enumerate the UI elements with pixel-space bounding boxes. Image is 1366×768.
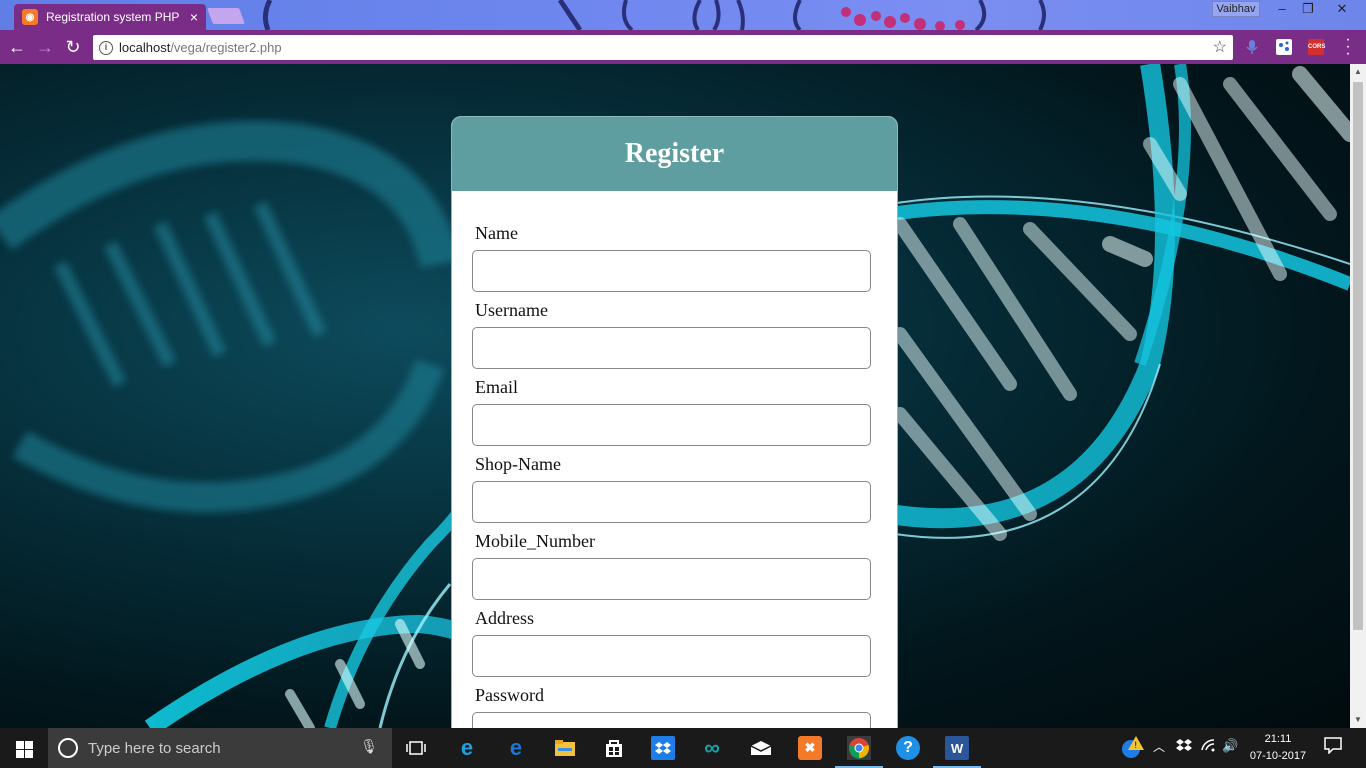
page-scrollbar[interactable]: ▲ ▼ bbox=[1350, 64, 1366, 728]
page-background: Register Name Username Email Shop-Name M… bbox=[0, 64, 1350, 728]
scroll-down-icon[interactable]: ▼ bbox=[1350, 712, 1366, 728]
system-clock[interactable]: 21:11 07-10-2017 bbox=[1240, 731, 1316, 765]
show-hidden-icons-icon[interactable]: ︿ bbox=[1153, 738, 1165, 755]
wifi-icon[interactable] bbox=[1200, 738, 1216, 755]
help-icon[interactable]: ? bbox=[896, 736, 920, 760]
xampp-favicon-icon: ◉ bbox=[22, 9, 38, 25]
shop-name-input[interactable] bbox=[472, 481, 871, 523]
form-title: Register bbox=[452, 117, 897, 191]
scrollbar-thumb[interactable] bbox=[1353, 82, 1363, 630]
microphone-icon[interactable]: 🎙 bbox=[360, 738, 378, 755]
tab-title: Registration system PHP bbox=[46, 10, 180, 24]
chrome-icon[interactable] bbox=[847, 736, 871, 760]
cortana-icon bbox=[58, 738, 78, 758]
mobile-number-label: Mobile_Number bbox=[475, 531, 595, 551]
browser-tab[interactable]: ◉ Registration system PHP × bbox=[14, 4, 206, 30]
browser-menu-icon[interactable]: · · · bbox=[1340, 32, 1356, 62]
shop-name-field-group: Shop-Name bbox=[472, 454, 872, 523]
register-form-card: Register Name Username Email Shop-Name M… bbox=[451, 116, 898, 728]
url-host: localhost bbox=[119, 40, 171, 55]
scroll-up-icon[interactable]: ▲ bbox=[1350, 64, 1366, 80]
minimize-button[interactable]: – bbox=[1268, 0, 1296, 18]
password-field-group: Password bbox=[472, 685, 872, 728]
notification-warning-icon[interactable]: ! bbox=[1120, 734, 1146, 763]
volume-icon[interactable]: 🔊 bbox=[1222, 738, 1238, 754]
xampp-icon[interactable]: ✖ bbox=[798, 736, 822, 760]
puzzle-extension-icon[interactable] bbox=[1276, 39, 1292, 55]
dropbox-tray-icon[interactable] bbox=[1176, 738, 1192, 755]
bookmark-star-icon[interactable]: ☆ bbox=[1213, 37, 1227, 57]
username-label: Username bbox=[475, 300, 548, 320]
info-icon[interactable]: i bbox=[99, 40, 113, 55]
address-input[interactable] bbox=[472, 635, 871, 677]
reload-icon[interactable]: ↻ bbox=[60, 34, 86, 60]
restore-button[interactable]: ❐ bbox=[1294, 0, 1322, 18]
internet-explorer-icon[interactable]: e bbox=[455, 735, 479, 760]
cors-extension-icon[interactable]: CORS bbox=[1308, 39, 1325, 55]
name-input[interactable] bbox=[472, 250, 871, 292]
taskbar-search-box[interactable]: Type here to search 🎙 bbox=[48, 728, 392, 768]
browser-title-bar: ◉ Registration system PHP × Vaibhav – ❐ … bbox=[0, 0, 1366, 30]
email-input[interactable] bbox=[472, 404, 871, 446]
mobile-number-input[interactable] bbox=[472, 558, 871, 600]
clock-time: 21:11 bbox=[1264, 733, 1292, 745]
windows-taskbar: Type here to search 🎙 e e ∞ ✖ ? W ! ︿ 🔊 … bbox=[0, 728, 1366, 768]
username-field-group: Username bbox=[472, 300, 872, 369]
store-icon[interactable] bbox=[602, 736, 626, 760]
word-icon[interactable]: W bbox=[945, 736, 969, 760]
forward-arrow-icon[interactable]: → bbox=[32, 34, 58, 60]
email-label: Email bbox=[475, 377, 518, 397]
action-center-icon[interactable] bbox=[1324, 736, 1342, 757]
shop-name-label: Shop-Name bbox=[475, 454, 561, 474]
edge-icon[interactable]: e bbox=[504, 735, 528, 760]
address-bar[interactable]: i localhost/vega/register2.php ☆ bbox=[93, 35, 1233, 60]
profile-button[interactable]: Vaibhav bbox=[1212, 1, 1260, 17]
arduino-icon[interactable]: ∞ bbox=[700, 735, 724, 760]
address-field-group: Address bbox=[472, 608, 872, 677]
voice-extension-icon[interactable] bbox=[1244, 39, 1260, 55]
mail-icon[interactable] bbox=[749, 736, 773, 760]
mobile-number-field-group: Mobile_Number bbox=[472, 531, 872, 600]
password-input[interactable] bbox=[472, 712, 871, 728]
search-placeholder: Type here to search bbox=[88, 739, 221, 757]
password-label: Password bbox=[475, 685, 545, 705]
task-view-icon[interactable] bbox=[404, 736, 428, 760]
windows-start-icon[interactable] bbox=[0, 728, 48, 768]
dropbox-icon[interactable] bbox=[651, 736, 675, 760]
clock-date: 07-10-2017 bbox=[1249, 750, 1307, 762]
address-label: Address bbox=[475, 608, 534, 628]
name-field-group: Name bbox=[472, 223, 872, 292]
url-path: /vega/register2.php bbox=[170, 40, 282, 55]
name-label: Name bbox=[475, 223, 518, 243]
close-window-button[interactable]: ✕ bbox=[1322, 0, 1362, 18]
email-field-group: Email bbox=[472, 377, 872, 446]
svg-text:!: ! bbox=[1135, 740, 1138, 750]
file-explorer-icon[interactable] bbox=[553, 736, 577, 760]
back-arrow-icon[interactable]: ← bbox=[4, 34, 30, 60]
tab-close-icon[interactable]: × bbox=[190, 9, 198, 25]
username-input[interactable] bbox=[472, 327, 871, 369]
new-tab-button[interactable] bbox=[207, 8, 245, 24]
